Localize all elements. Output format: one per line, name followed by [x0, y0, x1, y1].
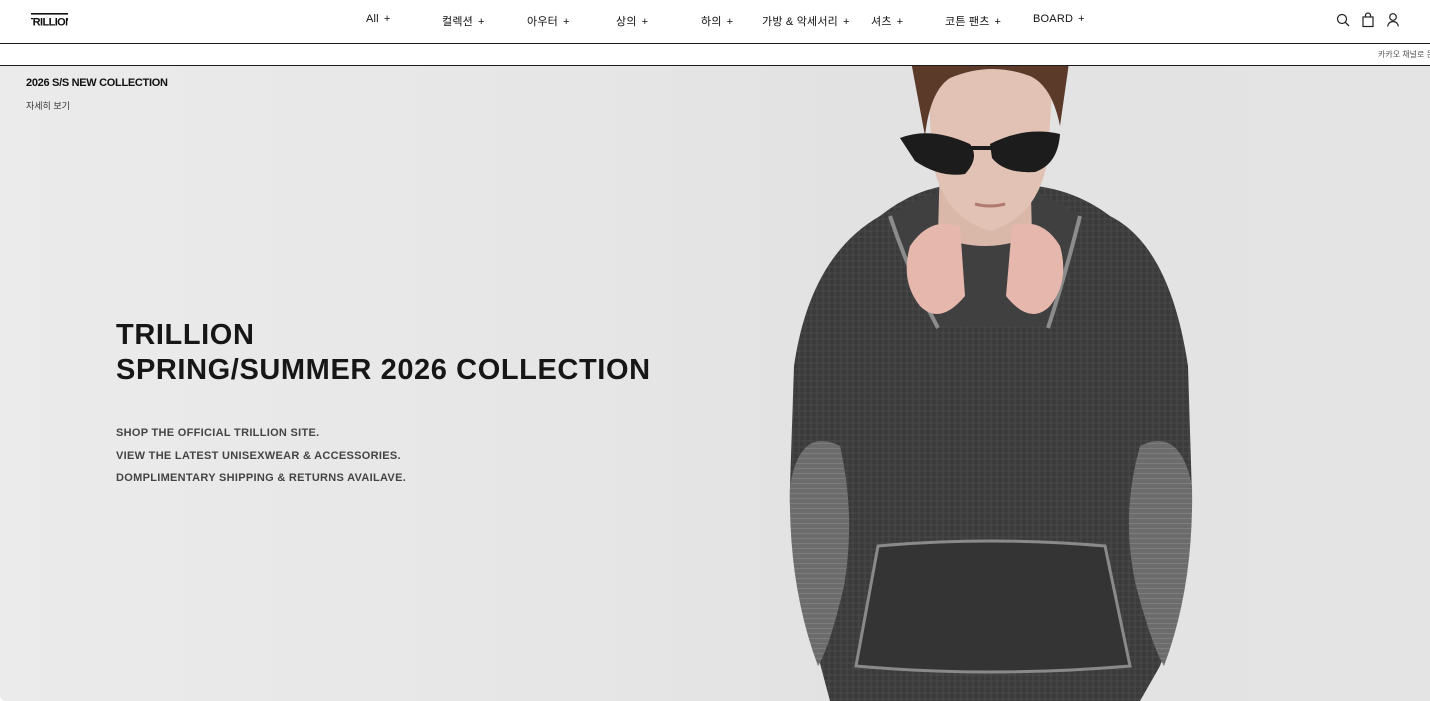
- nav-item-top[interactable]: 상의 +: [616, 13, 648, 29]
- plus-icon: +: [994, 16, 1002, 28]
- plus-icon: +: [477, 16, 485, 28]
- plus-icon: +: [1078, 13, 1085, 25]
- header-icons: [1336, 12, 1400, 28]
- plus-icon: +: [641, 16, 649, 28]
- hero-collection-tag: 2026 S/S NEW COLLECTION: [26, 77, 168, 89]
- nav-item-collection[interactable]: 컬렉션 +: [442, 13, 485, 29]
- bag-icon[interactable]: [1361, 12, 1375, 28]
- nav-label: 가방 & 악세서리: [762, 16, 838, 28]
- hero-line: VIEW THE LATEST UNISEXWEAR & ACCESSORIES…: [116, 449, 401, 462]
- nav-label: 셔츠: [871, 16, 892, 28]
- main-nav: All + 컬렉션 + 아우터 + 상의 + 하의 + 가방 & 악세서리 + 셔츠 + 코튼…: [0, 0, 1430, 44]
- nav-label: 하의: [701, 16, 722, 28]
- plus-icon: +: [726, 16, 734, 28]
- nav-label: 아우터: [527, 16, 558, 28]
- hero-line: SHOP THE OFFICIAL TRILLION SITE.: [116, 427, 320, 439]
- hero-banner[interactable]: 2026 S/S NEW COLLECTION 자세히 보기 TRILLION …: [0, 66, 1430, 701]
- nav-item-shirts[interactable]: 셔츠 +: [871, 13, 903, 29]
- nav-item-all[interactable]: All +: [366, 13, 390, 25]
- plus-icon: +: [842, 16, 850, 28]
- search-icon[interactable]: [1336, 12, 1350, 28]
- plus-icon: +: [562, 16, 570, 28]
- nav-item-board[interactable]: BOARD +: [1033, 13, 1085, 25]
- nav-label: BOARD: [1033, 13, 1074, 25]
- announcement-ticker: 카카오 채널로 문: [0, 44, 1430, 66]
- kakao-channel-link[interactable]: 카카오 채널로 문: [1378, 49, 1430, 60]
- user-icon[interactable]: [1386, 12, 1400, 28]
- nav-item-outer[interactable]: 아우터 +: [527, 13, 570, 29]
- nav-label: All: [366, 13, 379, 25]
- hero-title: TRILLION SPRING/SUMMER 2026 COLLECTION: [116, 318, 651, 388]
- nav-item-bottom[interactable]: 하의 +: [701, 13, 733, 29]
- plus-icon: +: [896, 16, 904, 28]
- nav-item-cotton-pants[interactable]: 코튼 팬츠 +: [945, 13, 1001, 29]
- plus-icon: +: [383, 13, 391, 25]
- nav-label: 컬렉션: [442, 16, 473, 28]
- model-photo: [789, 66, 1193, 701]
- hero-title-line2: SPRING/SUMMER 2026 COLLECTION: [116, 354, 651, 386]
- hero-title-line1: TRILLION: [116, 319, 255, 351]
- nav-label: 코튼 팬츠: [945, 16, 990, 28]
- site-header: TRILLION All+ 컬렉션+ 아우터+ 상의+ 하의+ 가방 & 악세서…: [0, 0, 1430, 44]
- hero-line: DOMPLIMENTARY SHIPPING & RETURNS AVAILAV…: [116, 472, 407, 484]
- nav-item-bags-accessories[interactable]: 가방 & 악세서리 +: [762, 13, 850, 29]
- view-more-link[interactable]: 자세히 보기: [26, 99, 70, 112]
- hero-description: SHOP THE OFFICIAL TRILLION SITE. VIEW TH…: [116, 422, 406, 490]
- nav-label: 상의: [616, 16, 637, 28]
